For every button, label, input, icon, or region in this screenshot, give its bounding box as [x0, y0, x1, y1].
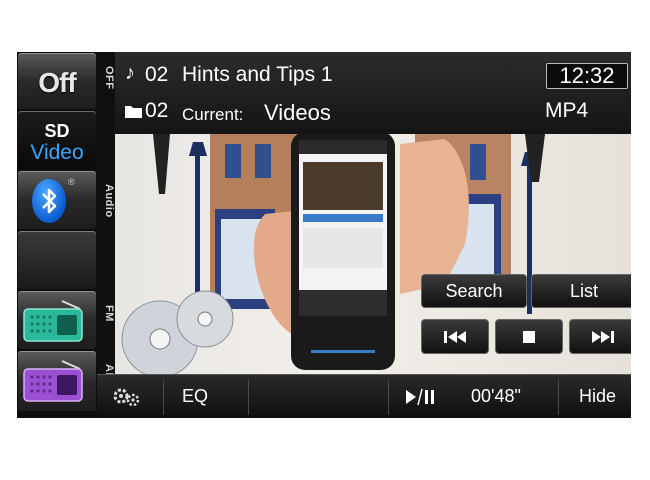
radio-icon: [23, 360, 83, 402]
track-number: 02: [145, 63, 169, 86]
eq-label: EQ: [182, 386, 209, 406]
video-playback-area[interactable]: Search List: [115, 134, 631, 374]
play-pause-icon: [406, 388, 434, 406]
sd-label: SD: [44, 121, 70, 141]
previous-track-button[interactable]: [421, 319, 489, 354]
hide-button[interactable]: Hide: [559, 375, 631, 418]
note-icon: ♪: [125, 62, 135, 84]
stop-icon: [523, 331, 535, 343]
track-title: Hints and Tips 1: [182, 63, 333, 86]
registered-mark: ®: [68, 177, 75, 187]
divider: [248, 379, 249, 415]
settings-icon: [113, 388, 140, 407]
source-bluetooth-audio-button[interactable]: ®: [18, 171, 96, 229]
list-button[interactable]: List: [531, 274, 631, 308]
folder-icon: [125, 106, 142, 118]
head-unit-screen: Off SD Video ® OFF Audio FM AM ♪ 02 Hint…: [17, 52, 631, 418]
current-folder-name: Videos: [264, 100, 331, 125]
stop-button[interactable]: [495, 319, 563, 354]
video-label: Video: [30, 141, 84, 164]
bottom-control-bar: EQ 00'48" Hide: [97, 374, 631, 418]
bluetooth-icon: [32, 179, 66, 223]
off-label: Off: [38, 67, 76, 98]
source-off-button[interactable]: Off: [18, 53, 96, 109]
source-side-labels: OFF Audio FM AM: [97, 52, 115, 418]
settings-button[interactable]: [97, 375, 163, 418]
eq-button[interactable]: EQ: [164, 375, 248, 418]
clock: 12:32: [546, 63, 628, 89]
list-label: List: [569, 281, 598, 301]
source-empty-slot: [18, 231, 96, 289]
radio-icon: [23, 300, 83, 342]
previous-track-icon: [444, 331, 466, 343]
source-am-button[interactable]: [18, 351, 96, 411]
now-playing-header: ♪ 02 Hints and Tips 1 02 Current: Videos…: [115, 52, 631, 134]
hide-label: Hide: [579, 386, 617, 406]
source-fm-button[interactable]: [18, 291, 96, 349]
elapsed-time: 00'48": [471, 386, 521, 406]
folder-number: 02: [145, 99, 169, 122]
current-label: Current:: [182, 105, 244, 124]
play-pause-button[interactable]: [389, 375, 447, 418]
side-label-fm[interactable]: FM: [97, 298, 115, 328]
file-format: MP4: [545, 99, 589, 122]
search-label: Search: [445, 281, 503, 301]
side-label-off[interactable]: OFF: [97, 58, 115, 98]
next-track-button[interactable]: [569, 319, 631, 354]
source-selector: Off SD Video ®: [17, 52, 97, 418]
next-track-icon: [592, 331, 614, 343]
source-sd-video-button[interactable]: SD Video: [18, 111, 96, 169]
search-button[interactable]: Search: [421, 274, 527, 308]
side-label-audio[interactable]: Audio: [97, 176, 115, 226]
